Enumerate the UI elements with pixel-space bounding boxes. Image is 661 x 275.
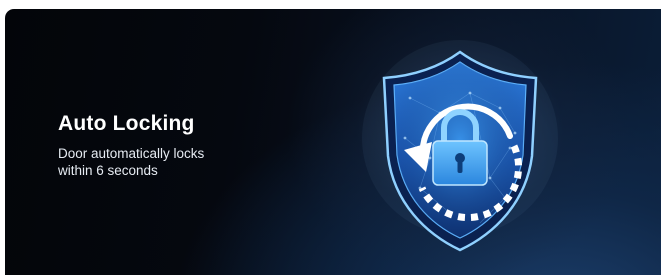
feature-description: Door automatically locks within 6 second… (58, 145, 258, 179)
feature-banner: Auto Locking Door automatically locks wi… (5, 9, 661, 275)
feature-title: Auto Locking (58, 112, 195, 135)
feature-description-line-1: Door automatically locks (58, 146, 205, 161)
feature-description-line-2: within 6 seconds (58, 163, 158, 178)
shield-lock-icon (362, 40, 558, 252)
